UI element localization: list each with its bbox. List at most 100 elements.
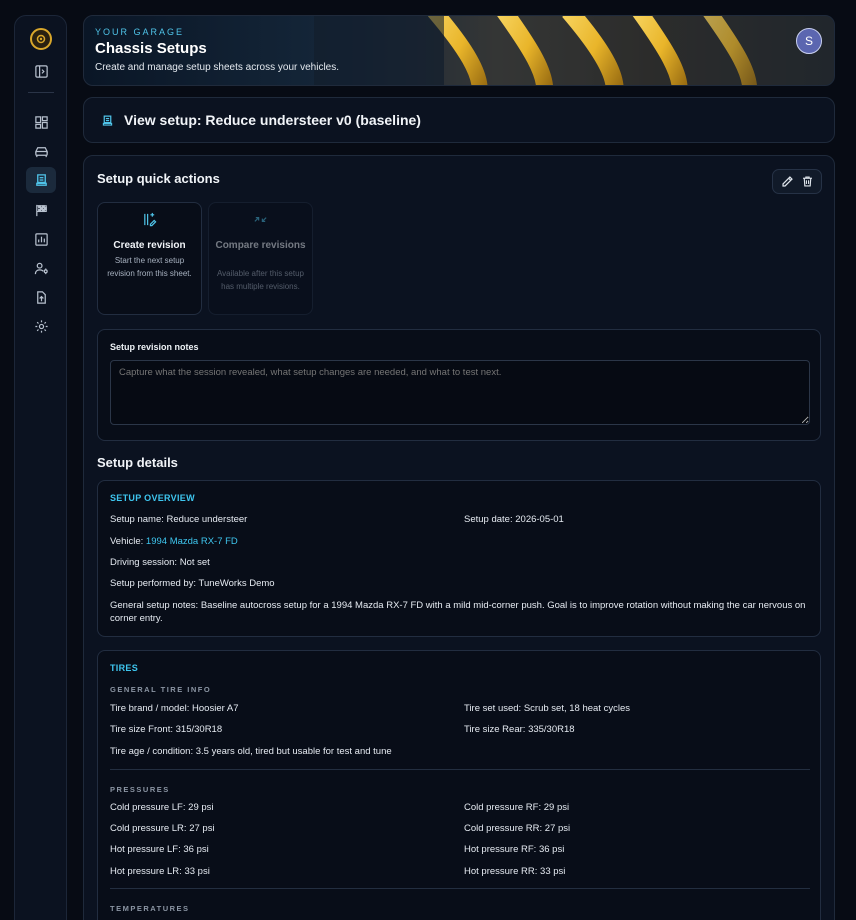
driving-session-label: Driving session:: [110, 557, 178, 568]
pressure-field: Cold pressure RF: 29 psi: [464, 802, 569, 813]
sidebar-divider: [28, 92, 54, 93]
upload-icon[interactable]: [26, 284, 56, 310]
section-divider: [110, 769, 810, 770]
setup-sheet-icon[interactable]: [26, 167, 56, 193]
setup-action-buttons: [772, 169, 822, 194]
page-header: YOUR GARAGE Chassis Setups Create and ma…: [83, 15, 835, 86]
compare-revisions-title: Compare revisions: [215, 240, 306, 251]
driving-session-value: Not set: [179, 557, 210, 568]
pressure-value: 36 psi: [538, 844, 565, 855]
view-setup-bar: View setup: Reduce understeer v0 (baseli…: [83, 97, 835, 143]
pressure-label: Cold pressure RF:: [464, 802, 542, 813]
pressure-field: Hot pressure RR: 33 psi: [464, 866, 565, 877]
pressure-field: Cold pressure RR: 27 psi: [464, 823, 570, 834]
setup-panel: Setup quick actions Create revision Star…: [83, 155, 835, 920]
general-notes-value: Baseline autocross setup for a 1994 Mazd…: [110, 600, 806, 624]
pressure-label: Hot pressure LF:: [110, 844, 181, 855]
performed-by-value: TuneWorks Demo: [198, 578, 275, 589]
user-settings-icon[interactable]: [26, 255, 56, 281]
pressure-label: Cold pressure LR:: [110, 823, 187, 834]
tires-card: TIRES GENERAL TIRE INFO Tire brand / mod…: [97, 650, 821, 920]
revision-notes-section: Setup revision notes: [97, 329, 821, 441]
tire-age-value: 3.5 years old, tired but usable for test…: [195, 746, 392, 757]
pressure-value: 27 psi: [189, 823, 215, 834]
pressure-field: Cold pressure LR: 27 psi: [110, 823, 215, 834]
checkered-flag-icon[interactable]: [26, 197, 56, 223]
general-tire-info-heading: GENERAL TIRE INFO: [110, 685, 212, 694]
tire-set-value: Scrub set, 18 heat cycles: [523, 703, 630, 714]
pressure-label: Cold pressure LF:: [110, 802, 186, 813]
setup-date-field: Setup date: 2026-05-01: [464, 514, 564, 525]
gear-icon[interactable]: [26, 313, 56, 339]
compare-revisions-card: Compare revisions Available after this s…: [208, 202, 313, 315]
general-notes-label: General setup notes:: [110, 600, 199, 611]
setup-date-value: 2026-05-01: [515, 514, 564, 525]
sidebar: [14, 15, 67, 920]
tire-size-rear-field: Tire size Rear: 335/30R18: [464, 724, 575, 735]
dashboard-icon[interactable]: [26, 109, 56, 135]
setup-date-label: Setup date:: [464, 514, 513, 525]
temperatures-heading: TEMPERATURES: [110, 904, 190, 913]
setup-name-value: Reduce understeer: [166, 514, 248, 525]
pressure-value: 27 psi: [544, 823, 571, 834]
avatar[interactable]: S: [796, 28, 822, 54]
pressure-label: Hot pressure RR:: [464, 866, 538, 877]
tire-age-label: Tire age / condition:: [110, 746, 194, 757]
header-eyebrow: YOUR GARAGE: [95, 27, 185, 37]
tire-size-front-value: 315/30R18: [175, 724, 223, 735]
tire-brand-label: Tire brand / model:: [110, 703, 190, 714]
pressure-value: 33 psi: [184, 866, 210, 877]
pressure-value: 29 psi: [543, 802, 570, 813]
vehicle-label: Vehicle:: [110, 536, 144, 547]
pressure-label: Hot pressure LR:: [110, 866, 182, 877]
page-subtitle: Create and manage setup sheets across yo…: [95, 62, 340, 73]
setup-name-field: Setup name: Reduce understeer: [110, 514, 247, 525]
trash-icon[interactable]: [798, 173, 816, 191]
collapse-panel-icon[interactable]: [26, 58, 56, 84]
tire-set-field: Tire set used: Scrub set, 18 heat cycles: [464, 703, 630, 714]
pressure-field: Hot pressure RF: 36 psi: [464, 844, 564, 855]
pencil-icon[interactable]: [778, 173, 796, 191]
performed-by-label: Setup performed by:: [110, 578, 197, 589]
vehicle-link[interactable]: 1994 Mazda RX-7 FD: [146, 536, 238, 547]
tire-size-front-field: Tire size Front: 315/30R18: [110, 724, 222, 735]
revision-notes-input[interactable]: [110, 360, 810, 425]
general-notes-field: General setup notes: Baseline autocross …: [110, 599, 815, 625]
pressure-value: 29 psi: [188, 802, 214, 813]
compare-revisions-description: Available after this setup has multiple …: [216, 269, 304, 291]
tire-size-front-label: Tire size Front:: [110, 724, 173, 735]
setup-overview-card: SETUP OVERVIEW Setup name: Reduce unders…: [97, 480, 821, 637]
chart-icon[interactable]: [26, 226, 56, 252]
performed-by-field: Setup performed by: TuneWorks Demo: [110, 578, 275, 589]
pressure-value: 36 psi: [183, 844, 209, 855]
create-revision-icon: [142, 212, 157, 227]
tire-size-rear-value: 335/30R18: [528, 724, 575, 735]
tire-set-label: Tire set used:: [464, 703, 522, 714]
create-revision-description: Start the next setup revision from this …: [107, 256, 192, 278]
pressures-heading: PRESSURES: [110, 785, 170, 794]
setup-overview-heading: SETUP OVERVIEW: [110, 493, 195, 503]
tire-brand-value: Hoosier A7: [192, 703, 239, 714]
tire-age-field: Tire age / condition: 3.5 years old, tir…: [110, 746, 392, 757]
revision-notes-label: Setup revision notes: [110, 342, 199, 352]
create-revision-title: Create revision: [113, 240, 186, 251]
tire-size-rear-label: Tire size Rear:: [464, 724, 526, 735]
hero-spring-image: [314, 16, 834, 85]
compare-arrows-icon: [253, 212, 268, 227]
pressure-field: Hot pressure LR: 33 psi: [110, 866, 210, 877]
quick-actions-title: Setup quick actions: [97, 171, 220, 186]
section-divider: [110, 888, 810, 889]
page-title: Chassis Setups: [95, 40, 207, 57]
tires-heading: TIRES: [110, 663, 139, 673]
tire-brand-field: Tire brand / model: Hoosier A7: [110, 703, 239, 714]
gear-logo-icon[interactable]: [30, 28, 52, 50]
setup-name-label: Setup name:: [110, 514, 164, 525]
car-icon[interactable]: [26, 138, 56, 164]
create-revision-card[interactable]: Create revision Start the next setup rev…: [97, 202, 202, 315]
driving-session-field: Driving session: Not set: [110, 557, 210, 568]
setup-details-title: Setup details: [97, 455, 178, 470]
view-setup-title: View setup: Reduce understeer v0 (baseli…: [124, 112, 421, 128]
pressure-field: Hot pressure LF: 36 psi: [110, 844, 209, 855]
setup-sheet-icon: [101, 114, 114, 128]
vehicle-field: Vehicle: 1994 Mazda RX-7 FD: [110, 536, 238, 547]
